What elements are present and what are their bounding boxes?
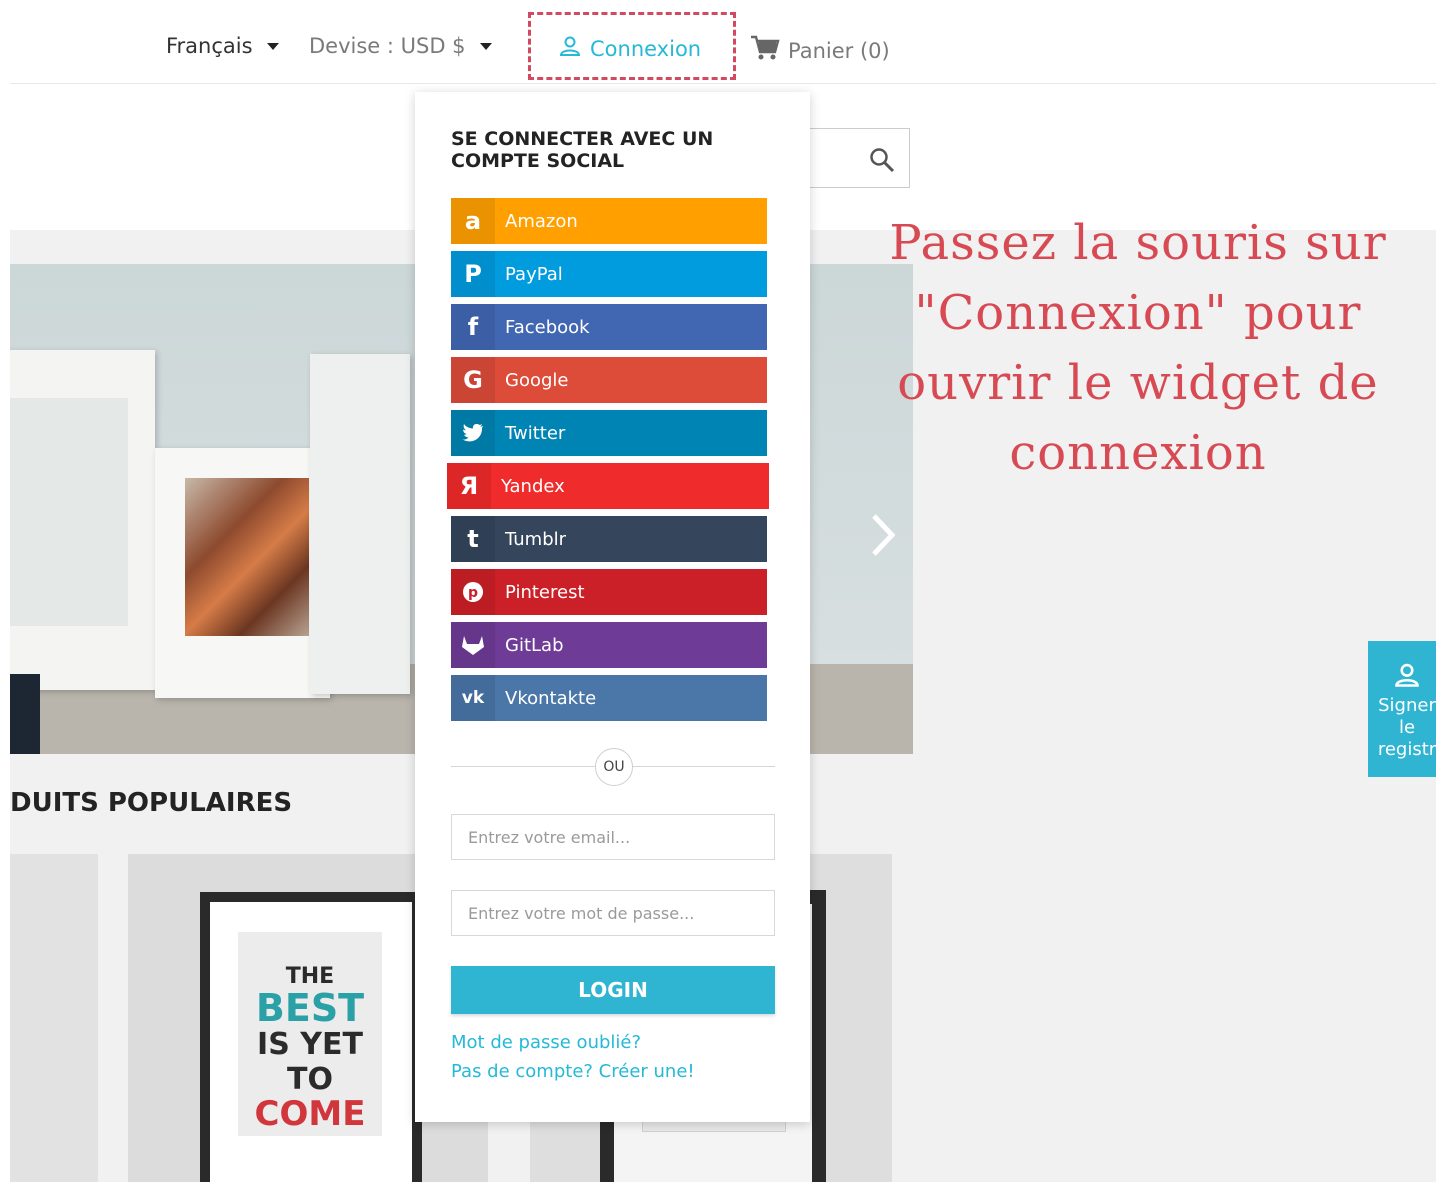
- paypal-login-button[interactable]: P PayPal: [451, 251, 767, 297]
- social-label: Twitter: [505, 422, 566, 444]
- forgot-password-link[interactable]: Mot de passe oublié?: [451, 1032, 641, 1053]
- caret-down-icon: [479, 42, 492, 50]
- currency-selector[interactable]: Devise : USD $: [309, 34, 492, 58]
- instruction-annotation: Passez la souris sur "Connexion" pour ou…: [889, 215, 1387, 481]
- or-label: OU: [595, 748, 633, 786]
- social-label: PayPal: [505, 263, 563, 285]
- poster-line: BEST: [255, 986, 365, 1030]
- poster-line: IS YET TO: [257, 1027, 363, 1097]
- carousel-next-icon[interactable]: [868, 512, 898, 562]
- social-label: Tumblr: [505, 528, 567, 550]
- widget-title: SE CONNECTER AVEC UN COMPTE SOCIAL: [451, 128, 714, 172]
- facebook-icon: f: [451, 304, 495, 350]
- google-icon: G: [451, 357, 495, 403]
- currency-label: Devise : USD $: [309, 34, 466, 58]
- social-label: GitLab: [505, 634, 564, 656]
- vkontakte-login-button[interactable]: vk Vkontakte: [451, 675, 767, 721]
- google-login-button[interactable]: G Google: [451, 357, 767, 403]
- caret-down-icon: [266, 42, 279, 50]
- search-icon[interactable]: [869, 147, 895, 177]
- language-label: Français: [166, 34, 253, 58]
- social-label: Amazon: [505, 210, 578, 232]
- carousel-decor: [10, 674, 40, 754]
- login-dropdown-widget: SE CONNECTER AVEC UN COMPTE SOCIAL a Ama…: [415, 92, 810, 1122]
- twitter-icon: [451, 410, 495, 456]
- email-field[interactable]: [451, 814, 775, 860]
- gitlab-icon: [451, 622, 495, 668]
- user-icon: [1393, 663, 1421, 694]
- page: Français Devise : USD $ Connexion Panier…: [10, 8, 1436, 1182]
- shopping-cart-icon: [750, 34, 780, 67]
- section-title: DUITS POPULAIRES: [10, 788, 293, 818]
- top-nav-bar: Français Devise : USD $ Connexion Panier…: [10, 8, 1436, 84]
- poster-line: COME: [254, 1094, 366, 1134]
- yandex-icon: Я: [447, 463, 491, 509]
- social-label: Vkontakte: [505, 687, 597, 709]
- social-label: Facebook: [505, 316, 590, 338]
- vkontakte-icon: vk: [451, 675, 495, 721]
- pinterest-login-button[interactable]: p Pinterest: [451, 569, 767, 615]
- password-field[interactable]: [451, 890, 775, 936]
- cart-label: Panier (0): [788, 38, 890, 63]
- language-selector[interactable]: Français: [166, 34, 279, 58]
- yandex-login-button[interactable]: Я Yandex: [447, 463, 769, 509]
- create-account-link[interactable]: Pas de compte? Créer une!: [451, 1061, 695, 1082]
- tumblr-login-button[interactable]: t Tumblr: [451, 516, 767, 562]
- amazon-icon: a: [451, 198, 495, 244]
- paypal-icon: P: [451, 251, 495, 297]
- side-tab-label: registr: [1377, 739, 1436, 760]
- carousel-frame-image: [155, 448, 330, 698]
- social-label: Pinterest: [505, 581, 585, 603]
- highlight-annotation: [528, 12, 736, 80]
- social-label: Yandex: [501, 475, 565, 497]
- facebook-login-button[interactable]: f Facebook: [451, 304, 767, 350]
- side-tab-label: le: [1398, 717, 1416, 738]
- gitlab-login-button[interactable]: GitLab: [451, 622, 767, 668]
- amazon-login-button[interactable]: a Amazon: [451, 198, 767, 244]
- twitter-login-button[interactable]: Twitter: [451, 410, 767, 456]
- product-card[interactable]: [10, 854, 98, 1182]
- side-tab-label: Signer: [1378, 695, 1436, 716]
- login-button[interactable]: LOGIN: [451, 966, 775, 1014]
- carousel-frame-image: [10, 350, 155, 690]
- product-image: THE BEST IS YET TO COME: [200, 892, 422, 1182]
- tumblr-icon: t: [451, 516, 495, 562]
- carousel-frame-image: [310, 354, 410, 694]
- social-label: Google: [505, 369, 569, 391]
- svg-text:p: p: [468, 585, 478, 601]
- cart-link[interactable]: Panier (0): [750, 34, 890, 67]
- pinterest-icon: p: [451, 569, 495, 615]
- side-signin-tab[interactable]: Signer le registr: [1368, 641, 1436, 777]
